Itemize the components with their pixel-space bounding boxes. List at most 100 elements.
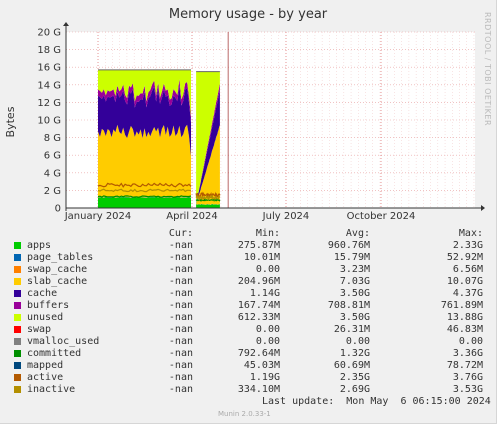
legend-avg: 708.81M [327,300,370,311]
legend-swatch [14,302,21,309]
legend-cur: -nan [168,252,193,263]
y-tick-label: 2 G [44,186,61,197]
legend-label: slab_cache [27,276,88,287]
y-tick-label: 0 [55,204,61,215]
y-tick-label: 4 G [44,168,61,179]
legend-label: page_tables [27,252,94,263]
legend-label: swap [27,324,52,335]
rrdtool-credit: RRDTOOL / TOBI OETIKER [483,12,492,126]
area-apps [98,197,191,208]
legend-label: cache [27,288,58,299]
legend-min: 1.14G [249,288,280,299]
x-tick-label: January 2024 [64,211,132,222]
munin-version: Munin 2.0.33-1 [218,410,271,418]
legend-max: 3.36G [452,348,483,359]
legend-cur: -nan [168,240,193,251]
legend-swatch [14,386,21,393]
legend-avg: 3.23M [339,264,370,275]
legend-min: 10.01M [243,252,280,263]
legend-max: 3.76G [452,372,483,383]
legend-swatch [14,278,21,285]
legend-swatch [14,314,21,321]
x-tick-label: July 2024 [262,211,310,222]
legend-max: 4.37G [452,288,483,299]
legend-avg: 15.79M [333,252,370,263]
legend-cur: -nan [168,300,193,311]
x-axis-arrow [481,205,485,211]
y-tick-label: 14 G [37,80,61,91]
y-tick-label: 10 G [37,116,61,127]
legend-header-min: Min: [255,228,280,239]
legend-min: 275.87M [237,240,280,251]
legend-cur: -nan [168,348,193,359]
legend-header-cur: Cur: [168,228,193,239]
legend-min: 45.03M [243,360,280,371]
y-tick-label: 20 G [37,28,61,39]
legend-max: 13.88G [446,312,483,323]
legend-min: 1.19G [249,372,280,383]
legend-label: mapped [27,360,64,371]
legend-max: 10.07G [446,276,483,287]
y-tick-label: 6 G [44,151,61,162]
legend-avg: 960.76M [327,240,370,251]
legend-swatch [14,242,21,249]
legend-cur: -nan [168,360,193,371]
legend-swatch [14,254,21,261]
legend-avg: 0.00 [345,336,370,347]
legend-cur: -nan [168,312,193,323]
legend-max: 2.33G [452,240,483,251]
legend-max: 0.00 [458,336,483,347]
legend-cur: -nan [168,384,193,395]
legend-min: 0.00 [255,336,280,347]
legend-min: 0.00 [255,264,280,275]
legend-cur: -nan [168,276,193,287]
legend-label: apps [27,240,52,251]
legend-swatch [14,266,21,273]
legend-min: 612.33M [237,312,280,323]
legend-cur: -nan [168,324,193,335]
legend-max: 78.72M [446,360,483,371]
legend-avg: 26.31M [333,324,370,335]
legend-min: 792.64M [237,348,280,359]
legend-swatch [14,326,21,333]
legend-max: 3.53G [452,384,483,395]
legend-max: 46.83M [446,324,483,335]
chart-title: Memory usage - by year [169,7,328,22]
plot-area: 0 2 G 4 G 6 G 8 G 10 G 12 G 14 G 16 G 18 G 20 G Jan… [37,22,485,222]
legend-label: inactive [27,384,76,395]
legend-header-max: Max: [458,228,483,239]
legend-max: 6.56M [452,264,483,275]
legend-swatch [14,350,21,357]
legend-label: active [27,372,64,383]
y-tick-label: 12 G [37,98,61,109]
legend-label: unused [27,312,64,323]
legend-swatch [14,362,21,369]
y-axis-label: Bytes [4,106,17,137]
munin-graph: Memory usage - by year Bytes RRDTOOL / T… [0,0,497,424]
legend-label: swap_cache [27,264,88,275]
legend-avg: 3.50G [339,312,370,323]
legend-swatch [14,290,21,297]
legend-swatch [14,374,21,381]
legend-header-avg: Avg: [345,228,370,239]
legend-avg: 60.69M [333,360,370,371]
line-inactive [195,194,221,202]
y-tick-label: 18 G [37,45,61,56]
legend-max: 761.89M [440,300,483,311]
legend-avg: 1.32G [339,348,370,359]
legend-min: 0.00 [255,324,280,335]
legend-avg: 2.35G [339,372,370,383]
legend-label: committed [27,348,82,359]
legend-cur: -nan [168,288,193,299]
legend-cur: -nan [168,336,193,347]
legend-cur: -nan [168,372,193,383]
area-apps [196,204,220,208]
legend-avg: 2.69G [339,384,370,395]
legend-min: 204.96M [237,276,280,287]
y-axis-arrow [63,22,69,26]
legend-label: buffers [27,300,70,311]
legend-swatch [14,338,21,345]
legend-min: 167.74M [237,300,280,311]
last-update: Last update: Mon May 6 06:15:00 2024 [262,396,491,407]
legend-min: 334.10M [237,384,280,395]
